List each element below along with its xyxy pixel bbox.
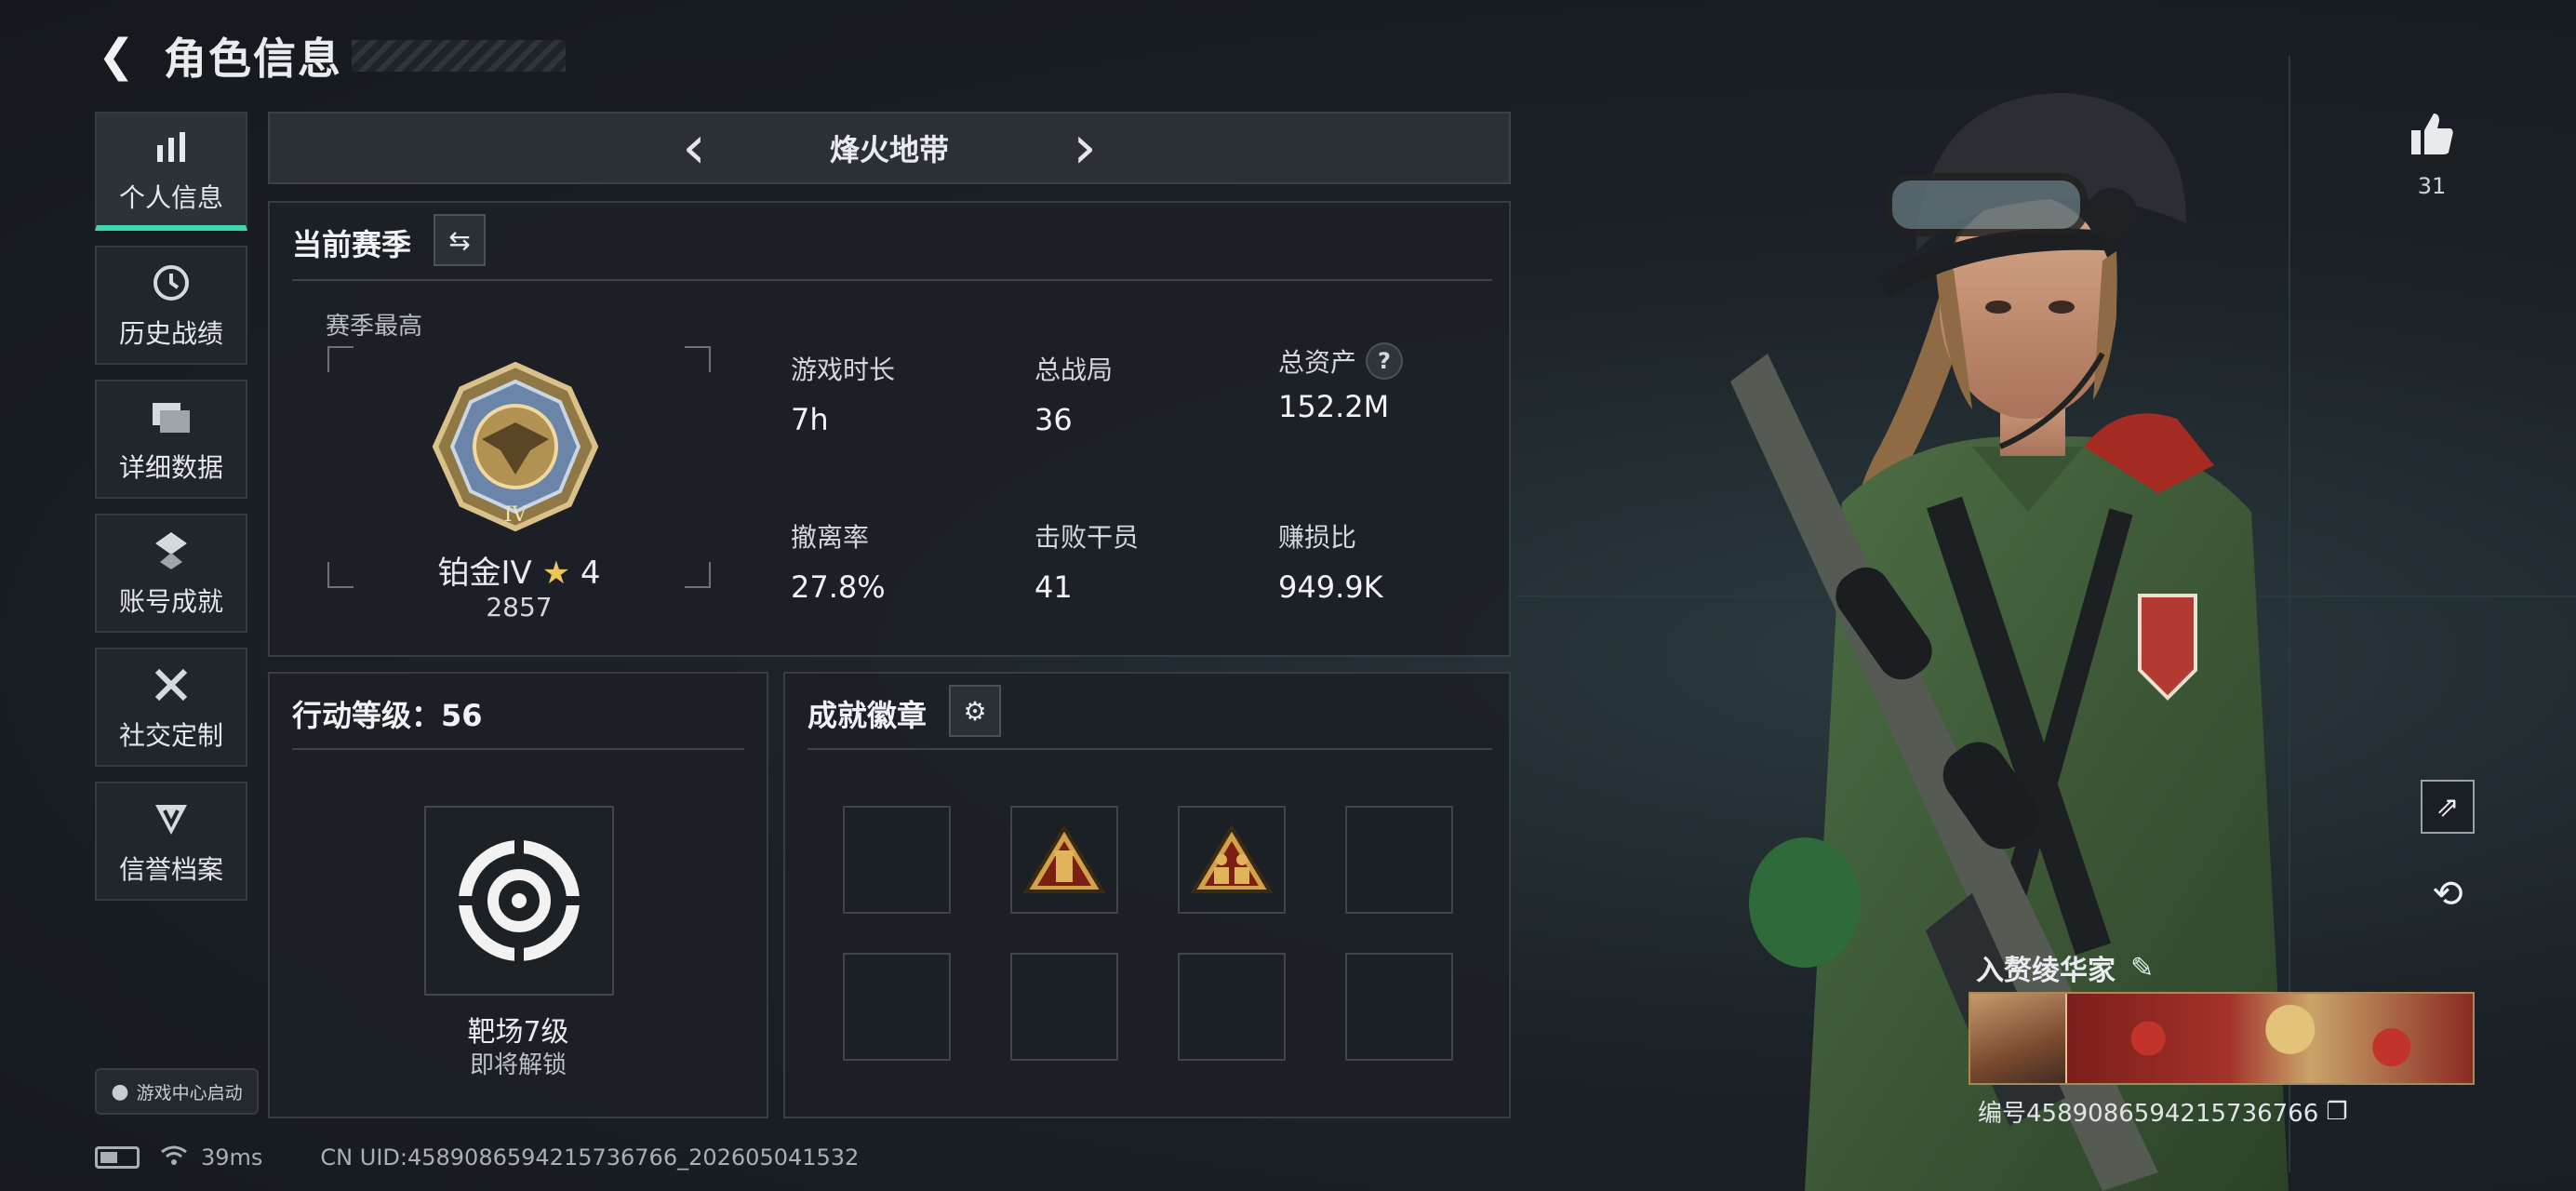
sidebar-item-social-customize[interactable]: 社交定制 bbox=[95, 648, 247, 767]
page-title: 角色信息 bbox=[164, 33, 342, 84]
status-bar: 39ms CN UID:4589086594215736766_20260504… bbox=[95, 1141, 859, 1174]
copy-icon[interactable]: ❐ bbox=[2326, 1098, 2347, 1126]
help-icon[interactable]: ? bbox=[1366, 342, 1404, 380]
shooting-range-reward[interactable] bbox=[424, 806, 614, 996]
badge-slot-empty[interactable] bbox=[843, 953, 951, 1061]
bar-chart-icon bbox=[153, 124, 190, 170]
badge-slot-empty[interactable] bbox=[1010, 953, 1118, 1061]
history-clock-icon bbox=[152, 260, 191, 306]
ping-value: 39ms bbox=[201, 1144, 263, 1171]
folder-icon bbox=[151, 394, 192, 440]
credit-shield-icon bbox=[152, 796, 191, 842]
stat-label: 撤离率 bbox=[791, 522, 870, 553]
share-icon: ⇗ bbox=[2436, 790, 2460, 823]
wifi-icon bbox=[160, 1143, 188, 1173]
back-arrow-icon[interactable]: ❮ bbox=[93, 30, 140, 82]
game-center-launch-button[interactable]: ● 游戏中心启动 bbox=[95, 1068, 259, 1115]
sidebar-item-detailed-data[interactable]: 详细数据 bbox=[95, 380, 247, 499]
mode-selector: ‹ 烽火地带 › bbox=[268, 112, 1511, 184]
season-divider bbox=[292, 279, 1492, 281]
rank-star-icon: ★ bbox=[541, 555, 571, 592]
achievement-title: 成就徽章 bbox=[808, 698, 928, 733]
tower-badge-icon bbox=[1022, 824, 1106, 893]
stat-total-matches: 总战局 36 bbox=[1034, 350, 1276, 437]
rank-tier: 铂金IV bbox=[437, 555, 532, 592]
player-name: 入赘绫华家 bbox=[1976, 955, 2116, 987]
stat-label: 总战局 bbox=[1034, 355, 1114, 385]
refresh-button[interactable]: ⟲ bbox=[2421, 867, 2475, 921]
stat-value: 41 bbox=[1034, 569, 1073, 605]
sidebar: 个人信息 历史战绩 详细数据 账号成就 社交定制 信誉档案 bbox=[95, 112, 247, 916]
stat-label: 游戏时长 bbox=[791, 355, 896, 385]
player-name-row: 入赘绫华家 ✎ bbox=[1976, 947, 2154, 988]
prev-mode-button[interactable]: ‹ bbox=[666, 115, 722, 181]
sidebar-item-label: 详细数据 bbox=[118, 452, 223, 483]
avatar bbox=[1970, 994, 2067, 1083]
header: ❮ 角色信息 bbox=[93, 23, 566, 88]
action-level-title: 行动等级：56 bbox=[292, 698, 483, 733]
sidebar-item-account-achievement[interactable]: 账号成就 bbox=[95, 514, 247, 633]
share-button[interactable]: ⇗ bbox=[2421, 780, 2475, 834]
stat-extraction-rate: 撤离率 27.8% bbox=[791, 517, 1033, 605]
stat-label: 总资产 bbox=[1278, 347, 1357, 378]
sidebar-item-credit-record[interactable]: 信誉档案 bbox=[95, 782, 247, 901]
like-button[interactable] bbox=[2402, 104, 2462, 164]
badge-slot-empty[interactable] bbox=[1178, 953, 1286, 1061]
rank-stars-count: 4 bbox=[580, 555, 601, 592]
stat-label: 击败干员 bbox=[1034, 522, 1140, 553]
stat-play-time: 游戏时长 7h bbox=[791, 350, 1033, 437]
edit-pencil-icon[interactable]: ✎ bbox=[2130, 952, 2154, 984]
battery-icon bbox=[95, 1146, 140, 1169]
thumbs-up-icon bbox=[2411, 114, 2453, 154]
refresh-icon: ⟲ bbox=[2432, 873, 2463, 916]
qq-icon: ● bbox=[111, 1079, 129, 1104]
achievement-settings-button[interactable]: ⚙ bbox=[949, 685, 1001, 737]
season-switch-button[interactable]: ⇆ bbox=[434, 214, 486, 266]
title-decoration bbox=[352, 40, 566, 72]
sidebar-item-label: 个人信息 bbox=[118, 182, 223, 213]
badge-slot-empty[interactable] bbox=[1345, 806, 1453, 914]
mode-label: 烽火地带 bbox=[829, 132, 949, 167]
gear-icon: ⚙ bbox=[963, 695, 987, 727]
season-title: 当前赛季 bbox=[292, 227, 412, 262]
sidebar-item-label: 信誉档案 bbox=[118, 854, 223, 885]
medal-numeral: IV bbox=[504, 503, 528, 527]
stat-value: 27.8% bbox=[791, 569, 886, 605]
next-mode-button[interactable]: › bbox=[1057, 115, 1113, 181]
badge-slot-empty[interactable] bbox=[843, 806, 951, 914]
unlock-status: 即将解锁 bbox=[469, 1051, 567, 1079]
uid-text: CN UID:4589086594215736766_202605041532 bbox=[320, 1144, 860, 1171]
player-id-row: 编号4589086594215736766 ❐ bbox=[1978, 1094, 2348, 1129]
swap-icon: ⇆ bbox=[448, 224, 471, 256]
stat-value: 36 bbox=[1034, 402, 1073, 437]
sidebar-item-label: 历史战绩 bbox=[118, 318, 223, 349]
season-best-label: 赛季最高 bbox=[326, 313, 423, 341]
badge-slot-empty[interactable] bbox=[1345, 953, 1453, 1061]
badge-slot[interactable] bbox=[1178, 806, 1286, 914]
rank-name: 铂金IV ★ 4 bbox=[327, 547, 711, 593]
target-icon bbox=[458, 839, 581, 962]
achievement-icon bbox=[152, 528, 191, 574]
game-center-label: 游戏中心启动 bbox=[136, 1082, 243, 1104]
stat-value: 7h bbox=[791, 402, 829, 437]
name-card-art bbox=[2067, 994, 2473, 1083]
frame-corner bbox=[327, 346, 354, 372]
badge-slot[interactable] bbox=[1010, 806, 1118, 914]
achievement-divider bbox=[808, 748, 1492, 750]
unlock-name: 靶场7级 bbox=[467, 1016, 569, 1049]
player-id: 编号4589086594215736766 bbox=[1978, 1100, 2319, 1128]
level-divider bbox=[292, 748, 744, 750]
like-count: 31 bbox=[2417, 173, 2447, 199]
sidebar-item-match-history[interactable]: 历史战绩 bbox=[95, 246, 247, 365]
sidebar-item-personal-info[interactable]: 个人信息 bbox=[95, 112, 247, 231]
squad-badge-icon bbox=[1190, 824, 1274, 893]
name-card[interactable] bbox=[1969, 992, 2475, 1085]
stat-operators-defeated: 击败干员 41 bbox=[1034, 517, 1276, 605]
tools-icon bbox=[152, 662, 191, 708]
sidebar-item-label: 账号成就 bbox=[118, 586, 223, 617]
frame-corner bbox=[685, 346, 711, 372]
platinum-rank-medal-icon: IV bbox=[432, 361, 599, 532]
rank-score: 2857 bbox=[486, 592, 553, 622]
sidebar-item-label: 社交定制 bbox=[118, 720, 223, 751]
